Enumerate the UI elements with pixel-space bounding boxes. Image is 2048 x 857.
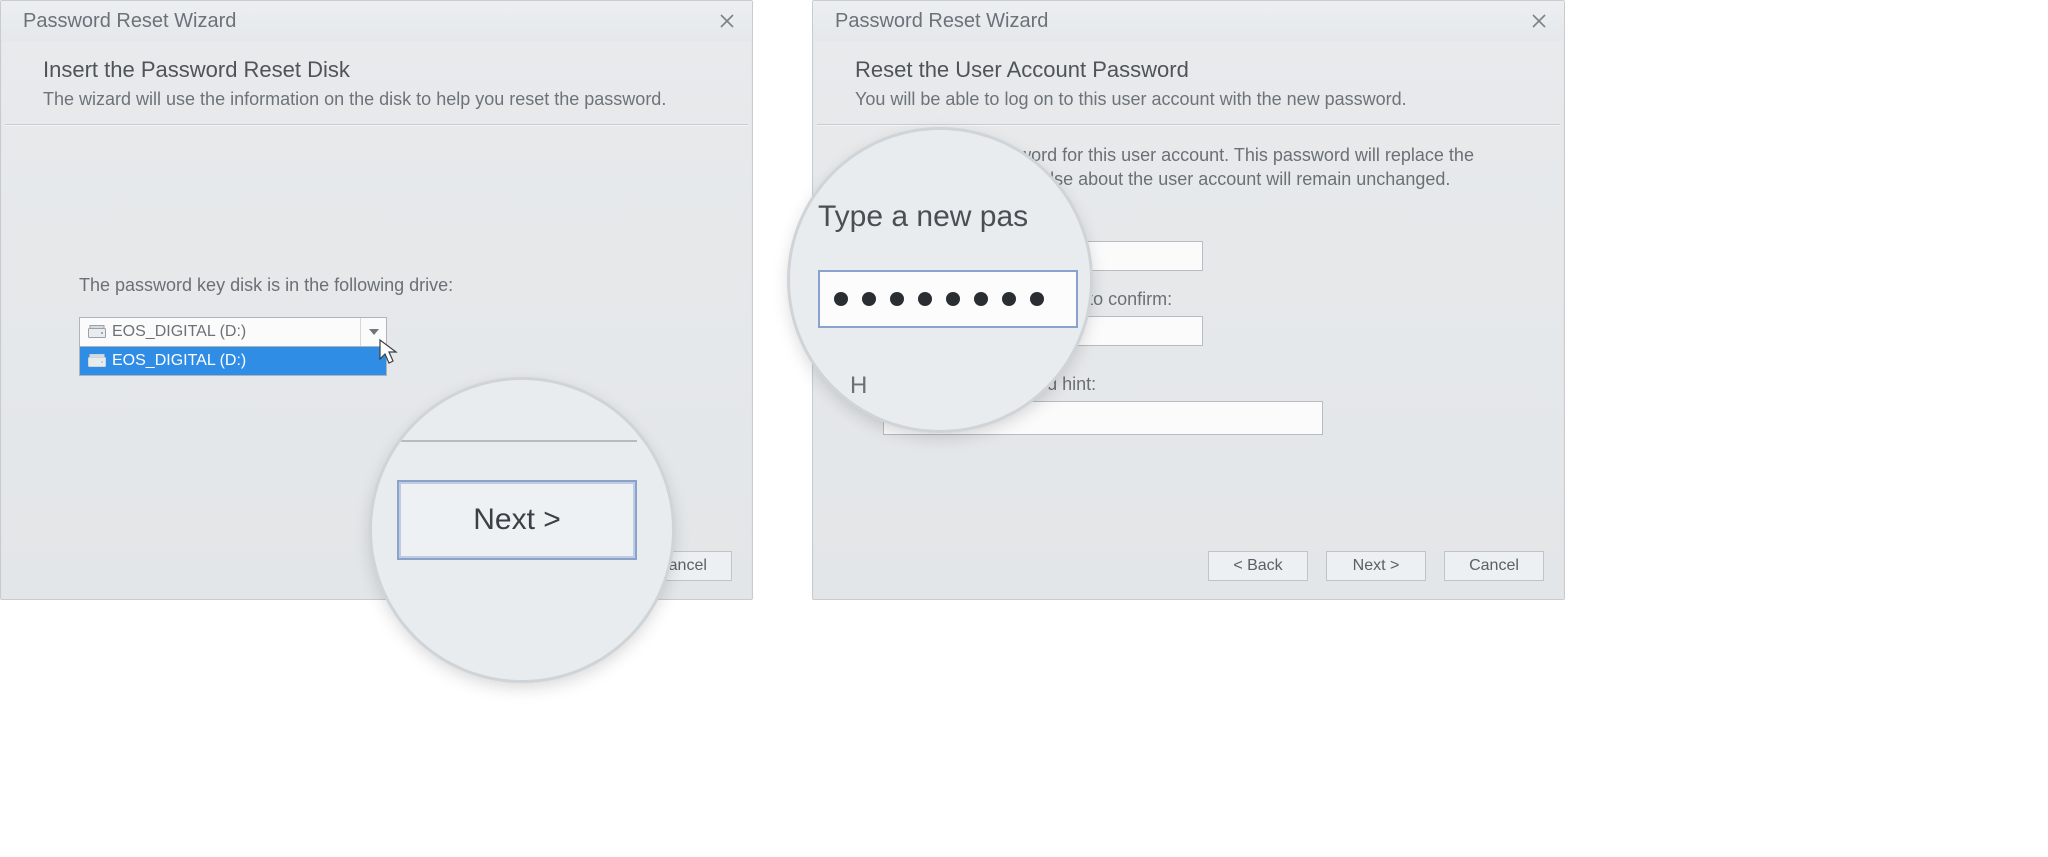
wizard-subheading: You will be able to log on to this user … <box>855 89 1522 110</box>
wizard-subheading: The wizard will use the information on t… <box>43 89 710 110</box>
drive-option-label: EOS_DIGITAL (D:) <box>112 352 246 370</box>
drive-prompt-label: The password key disk is in the followin… <box>79 275 692 296</box>
titlebar: Password Reset Wizard <box>1 1 752 41</box>
drive-selected-label: EOS_DIGITAL (D:) <box>112 323 360 341</box>
magnified-next-button[interactable]: Next > <box>397 480 637 560</box>
wizard-heading: Reset the User Account Password <box>855 57 1522 83</box>
drive-icon <box>88 354 106 368</box>
wizard-header: Reset the User Account Password You will… <box>813 41 1564 124</box>
window-title: Password Reset Wizard <box>835 10 1048 33</box>
magnified-next-label: Next > <box>473 503 561 537</box>
drive-icon <box>88 325 106 339</box>
next-button[interactable]: Next > <box>1326 551 1426 581</box>
titlebar: Password Reset Wizard <box>813 1 1564 41</box>
close-icon[interactable] <box>1528 10 1550 32</box>
window-title: Password Reset Wizard <box>23 10 236 33</box>
password-dots <box>834 292 1044 306</box>
wizard-heading: Insert the Password Reset Disk <box>43 57 710 83</box>
cursor-icon <box>379 339 401 367</box>
magnified-new-password-label: Type a new pas <box>818 200 1090 234</box>
magnifier-lens-next: Next > <box>372 380 672 680</box>
drive-dropdown-list: EOS_DIGITAL (D:) <box>79 347 387 376</box>
drive-combobox[interactable]: EOS_DIGITAL (D:) <box>79 317 387 347</box>
back-button[interactable]: < Back <box>1208 551 1308 581</box>
drive-option[interactable]: EOS_DIGITAL (D:) <box>80 347 386 375</box>
magnified-password-field[interactable] <box>818 270 1078 328</box>
cancel-button[interactable]: Cancel <box>1444 551 1544 581</box>
magnified-hint-partial: H <box>850 372 867 400</box>
wizard-header: Insert the Password Reset Disk The wizar… <box>1 41 752 124</box>
close-icon[interactable] <box>716 10 738 32</box>
wizard-button-row: < Back Next > Cancel <box>1208 551 1544 581</box>
magnifier-lens-password: Type a new pas H <box>790 130 1090 430</box>
